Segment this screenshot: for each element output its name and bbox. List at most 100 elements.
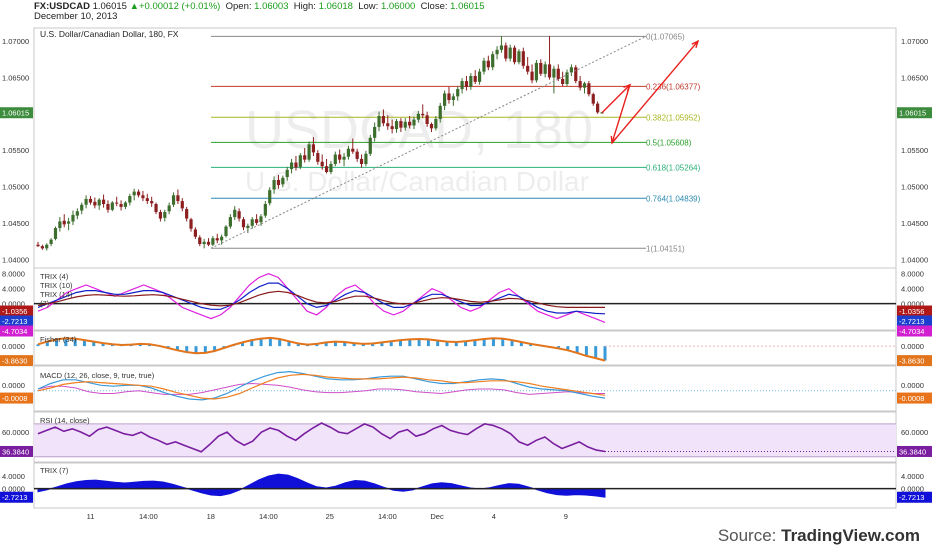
fib-label-4: 0.618(1.05264): [646, 163, 701, 172]
fisher-badge-left: -3.8630: [2, 357, 27, 366]
candle-body: [587, 83, 591, 95]
fib-label-5: 0.764(1.04839): [646, 194, 701, 203]
candle-body: [394, 121, 399, 130]
trix7-area: [37, 473, 606, 498]
candle-body: [508, 47, 512, 59]
candle-body: [176, 195, 180, 202]
source-name: TradingView.com: [781, 526, 920, 545]
source-credit: Source: TradingView.com: [718, 526, 920, 546]
candle-body: [504, 45, 508, 59]
candle-body: [324, 166, 329, 172]
candle-body: [373, 126, 377, 138]
candle-body: [368, 137, 372, 154]
candle-body: [224, 226, 228, 236]
trix-legend-1: TRIX (10): [40, 281, 73, 290]
candle-body: [84, 198, 88, 205]
candle-body: [469, 76, 473, 87]
candle-body: [110, 202, 114, 210]
candle-body: [185, 209, 189, 219]
candle-body: [250, 219, 254, 226]
candle-body: [171, 195, 176, 205]
candle-body: [333, 154, 337, 164]
candle-body: [591, 94, 595, 104]
candle-body: [136, 191, 141, 196]
candle-body: [285, 169, 289, 178]
candle-body: [499, 45, 504, 50]
x-tick-5: 14:00: [378, 512, 397, 521]
candle-body: [346, 148, 351, 157]
rsi-band: [34, 423, 896, 457]
x-tick-4: 25: [326, 512, 334, 521]
chart-svg: USDCAD, 180 U.S. Dollar/Canadian Dollar U.…: [0, 27, 932, 521]
trix-multi-badge-0-left: -1.0356: [2, 307, 27, 316]
trix-multi-pane-frame: [33, 267, 897, 331]
fisher-ytick-0-right: 0.0000: [901, 342, 924, 351]
trix-multi-ytick-0-right: 8.0000: [901, 270, 924, 279]
candle-body: [547, 64, 552, 78]
x-tick-0: 11: [87, 512, 95, 521]
y-tick-right-3: 1.05500: [901, 146, 928, 155]
macd-ytick-0-left: 0.0000: [2, 381, 25, 390]
candle-body: [574, 67, 578, 82]
candle-body: [447, 93, 451, 100]
fisher-title: Fisher (34): [40, 335, 77, 344]
candle-body: [263, 204, 267, 216]
candle-body: [97, 199, 101, 206]
candle-body: [434, 118, 438, 129]
trix-multi-badge-1-right: -2.7213: [899, 317, 924, 326]
y-tick-left-4: 1.05000: [2, 183, 29, 192]
main-title: U.S. Dollar/Canadian Dollar, 180, FX: [40, 29, 179, 39]
candle-body: [158, 212, 163, 219]
fib-label-3: 0.5(1.05608): [646, 138, 692, 147]
candle-body: [101, 199, 106, 204]
candle-body: [477, 71, 482, 82]
candle-body: [167, 205, 171, 212]
candle-body: [259, 216, 263, 223]
candle-body: [298, 155, 302, 167]
candle-body: [473, 76, 477, 82]
candle-body: [464, 81, 469, 87]
candle-body: [115, 202, 119, 204]
candle-body: [206, 241, 211, 245]
fib-label-1: 0.236(1.06377): [646, 82, 701, 91]
candle-body: [521, 51, 525, 66]
candle-body: [237, 211, 241, 219]
candle-body: [425, 115, 429, 124]
candle-body: [62, 220, 66, 225]
candle-body: [202, 241, 206, 244]
x-tick-1: 14:00: [139, 512, 158, 521]
candle-body: [416, 113, 420, 120]
candle-body: [338, 154, 342, 160]
source-prefix: Source:: [717, 526, 782, 545]
candle-body: [123, 202, 128, 207]
trix-series-1: [37, 282, 606, 315]
trix-legend-3: (7): [40, 299, 50, 308]
y-tick-left-0: 1.07000: [2, 37, 29, 46]
rsi-title: RSI (14, close): [40, 416, 90, 425]
y-tick-right-5: 1.04500: [901, 219, 928, 228]
candle-body: [189, 219, 193, 229]
candle-body: [399, 121, 403, 128]
candle-body: [36, 244, 40, 247]
candle-body: [596, 103, 600, 113]
candle-body: [193, 229, 197, 237]
fib-label-6: 1(1.04151): [646, 244, 685, 253]
candle-body: [246, 225, 250, 228]
trix-multi-badge-0-right: -1.0356: [899, 307, 924, 316]
candle-body: [329, 164, 333, 172]
candle-body: [220, 236, 224, 241]
candle-body: [241, 219, 246, 228]
candle-body: [128, 196, 132, 203]
candle-body: [534, 62, 539, 81]
macd-badge-right: -0.0008: [899, 394, 924, 403]
candle-body: [355, 151, 359, 159]
candle-body: [233, 209, 237, 218]
candle-body: [486, 60, 490, 68]
y-tick-right-0: 1.07000: [901, 37, 928, 46]
candle-body: [543, 64, 547, 74]
candle-body: [569, 67, 573, 73]
y-tick-left-6: 1.04000: [2, 255, 29, 264]
fisher-ytick-0-left: 0.0000: [2, 342, 25, 351]
candle-body: [320, 161, 324, 167]
fib-label-0: 0(1.07065): [646, 32, 685, 41]
